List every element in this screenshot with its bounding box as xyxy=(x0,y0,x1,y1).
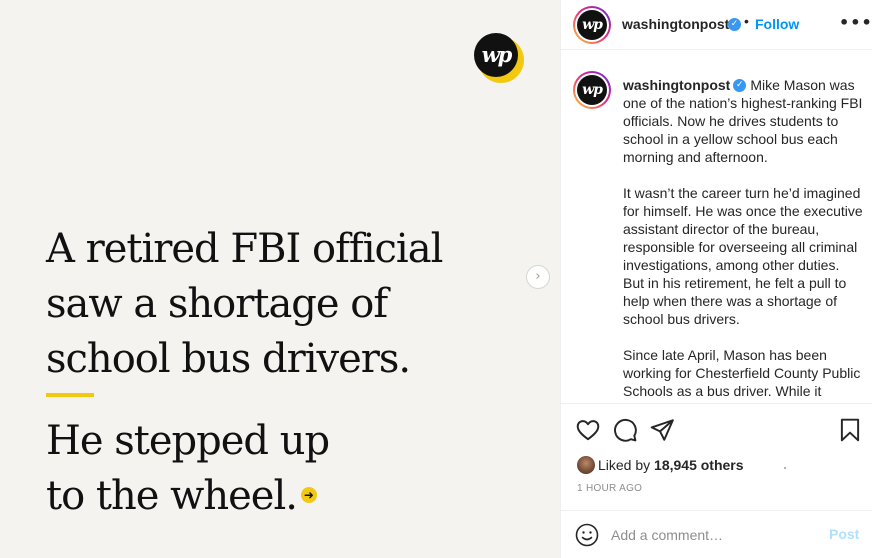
image-headline: A retired FBI official saw a shortage of… xyxy=(46,222,546,387)
verified-badge-icon: ✓ xyxy=(733,78,747,92)
caption-paragraph: Since late April, Mason has been working… xyxy=(623,347,861,403)
avatar-monogram: wp xyxy=(577,75,607,105)
emoji-smiley-icon[interactable] xyxy=(575,523,599,547)
post-header: wp washingtonpost ✓ • Follow ••• xyxy=(561,0,872,50)
avatar-monogram: wp xyxy=(577,10,607,40)
image-subhead: He stepped up to the wheel. ➜ xyxy=(46,414,546,524)
carousel-next-button[interactable]: › xyxy=(526,265,550,289)
more-options-icon[interactable]: ••• xyxy=(839,13,872,32)
subhead-line-text: to the wheel. xyxy=(46,473,298,519)
arrow-right-icon: ➜ xyxy=(300,487,317,503)
save-bookmark-icon[interactable] xyxy=(837,417,863,443)
logo-monogram: wp xyxy=(474,33,518,77)
likes-text: Liked by 18,945 others xyxy=(598,457,744,473)
verified-badge-icon: ✓ xyxy=(728,18,741,31)
headline-line: A retired FBI official xyxy=(46,226,443,272)
headline-line: school bus drivers. xyxy=(46,336,411,382)
comment-bar: Post xyxy=(561,510,872,558)
header-username[interactable]: washingtonpost xyxy=(622,16,729,32)
caption-avatar[interactable]: wp xyxy=(573,71,611,109)
post-timestamp[interactable]: 1 HOUR AGO xyxy=(577,483,642,494)
caption-paragraph: washingtonpost ✓ Mike Mason was one of the… xyxy=(623,76,863,166)
subhead-line: to the wheel. ➜ xyxy=(46,469,546,524)
accent-divider xyxy=(46,393,94,397)
avatar[interactable]: wp xyxy=(573,6,611,44)
likes-prefix: Liked by xyxy=(598,457,655,473)
header-separator: • xyxy=(744,13,749,29)
post-actions xyxy=(561,405,872,455)
comment-bubble-icon[interactable] xyxy=(612,417,638,443)
liker-avatar xyxy=(577,456,595,474)
follow-button[interactable]: Follow xyxy=(755,16,799,32)
avatar-border: wp xyxy=(575,8,609,42)
avatar-border: wp xyxy=(575,73,609,107)
post-image: wp A retired FBI official saw a shortage… xyxy=(0,0,560,558)
dot-mark xyxy=(784,467,786,469)
washington-post-logo: wp xyxy=(474,33,524,83)
caption-scroll-area[interactable]: wp washingtonpost ✓ Mike Mason was one of … xyxy=(561,51,872,404)
caption-paragraph: It wasn’t the career turn he’d imagined … xyxy=(623,185,863,327)
headline-line: saw a shortage of xyxy=(46,281,388,327)
like-heart-icon[interactable] xyxy=(575,417,601,443)
share-paper-plane-icon[interactable] xyxy=(649,417,675,443)
subhead-line: He stepped up xyxy=(46,418,330,464)
caption-username[interactable]: washingtonpost xyxy=(623,77,730,93)
likes-count[interactable]: 18,945 others xyxy=(654,457,744,473)
comment-input[interactable] xyxy=(611,523,821,547)
post-side-panel: wp washingtonpost ✓ • Follow ••• wp wash… xyxy=(560,0,872,558)
caption-text: washingtonpost ✓ Mike Mason was one of the… xyxy=(623,76,863,403)
post-comment-button[interactable]: Post xyxy=(829,526,859,542)
